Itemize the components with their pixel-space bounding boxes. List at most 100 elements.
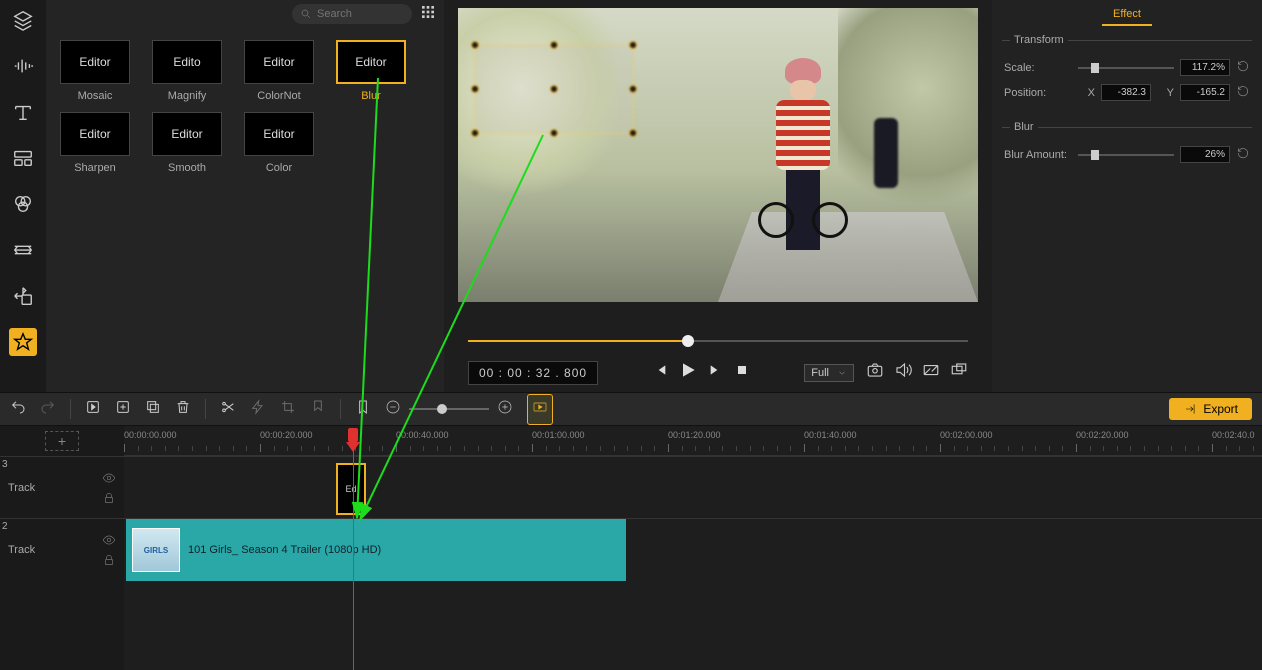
effect-smooth[interactable]: EditorSmooth — [152, 112, 222, 174]
effect-thumb: Editor — [336, 40, 406, 84]
reset-icon[interactable] — [1236, 146, 1250, 163]
audio-icon[interactable] — [9, 52, 37, 80]
lock-icon[interactable] — [102, 553, 116, 567]
resize-handle[interactable] — [471, 129, 479, 137]
properties-panel: Effect Transform Scale: 117.2% Position:… — [992, 0, 1262, 392]
transform-icon[interactable] — [9, 282, 37, 310]
templates-icon[interactable] — [9, 144, 37, 172]
resize-handle[interactable] — [629, 85, 637, 93]
volume-icon[interactable] — [894, 361, 912, 384]
reset-icon[interactable] — [1236, 59, 1250, 76]
ruler-mark: 00:02:40.0 — [1212, 430, 1255, 440]
transitions-icon[interactable] — [9, 236, 37, 264]
ruler-mark: 00:00:20.000 — [260, 430, 313, 440]
timeline-lane[interactable]: GIRLS101 Girls_ Season 4 Trailer (1080p … — [124, 518, 1262, 580]
effect-color[interactable]: Editor Color — [244, 112, 314, 174]
resize-handle[interactable] — [471, 41, 479, 49]
scrub-bar[interactable] — [468, 332, 968, 350]
zoom-in-button[interactable] — [497, 399, 513, 420]
scale-slider[interactable] — [1078, 61, 1174, 75]
track-label: Track — [8, 544, 35, 556]
quality-dropdown[interactable]: Full — [804, 364, 854, 382]
next-frame-button[interactable] — [708, 362, 724, 383]
track-label: Track — [8, 482, 35, 494]
ruler-mark: 00:00:40.000 — [396, 430, 449, 440]
add-track-button[interactable]: + — [45, 431, 79, 451]
ruler-mark: 00:01:40.000 — [804, 430, 857, 440]
export-button[interactable]: Export — [1169, 398, 1252, 420]
blur-slider[interactable] — [1078, 148, 1174, 162]
favorites-icon[interactable] — [9, 328, 37, 356]
scale-label: Scale: — [1004, 62, 1072, 74]
zoom-out-button[interactable] — [385, 399, 401, 420]
resize-handle[interactable] — [550, 41, 558, 49]
track-header[interactable]: 3Track — [0, 456, 124, 518]
aspect-icon[interactable] — [922, 361, 940, 384]
effect-mosaic[interactable]: EditorMosaic — [60, 40, 130, 102]
visibility-icon[interactable] — [102, 533, 116, 547]
position-y-value[interactable]: -165.2 — [1180, 84, 1230, 101]
blur-amount-value[interactable]: 26% — [1180, 146, 1230, 163]
tool-copy-icon[interactable] — [145, 399, 161, 420]
lock-icon[interactable] — [102, 491, 116, 505]
marker-icon[interactable] — [310, 399, 326, 420]
scale-value[interactable]: 117.2% — [1180, 59, 1230, 76]
tool-add-icon[interactable] — [115, 399, 131, 420]
crop-icon[interactable] — [280, 399, 296, 420]
video-clip[interactable]: GIRLS101 Girls_ Season 4 Trailer (1080p … — [126, 519, 626, 581]
resize-handle[interactable] — [629, 129, 637, 137]
scrub-knob[interactable] — [682, 335, 694, 347]
filters-icon[interactable] — [9, 190, 37, 218]
reset-icon[interactable] — [1236, 84, 1250, 101]
properties-title: Effect — [1102, 8, 1152, 26]
detach-icon[interactable] — [950, 361, 968, 384]
zoom-slider[interactable] — [409, 408, 489, 410]
text-icon[interactable] — [9, 98, 37, 126]
render-button[interactable] — [527, 394, 553, 425]
effect-label: Color — [266, 162, 292, 174]
quality-label: Full — [811, 367, 829, 379]
layers-icon[interactable] — [9, 6, 37, 34]
prev-frame-button[interactable] — [652, 362, 668, 383]
search-box[interactable] — [292, 4, 412, 24]
stop-button[interactable] — [734, 362, 750, 383]
effect-clip[interactable]: Ed — [336, 463, 366, 515]
effect-magnify[interactable]: EditoMagnify — [152, 40, 222, 102]
effect-sharpen[interactable]: EditorSharpen — [60, 112, 130, 174]
speed-icon[interactable] — [250, 399, 266, 420]
timeline-lane[interactable]: Ed — [124, 456, 1262, 518]
play-button[interactable] — [678, 360, 698, 385]
resize-handle[interactable] — [471, 85, 479, 93]
split-button[interactable] — [220, 399, 236, 420]
timeline-ruler[interactable]: 00:00:00.00000:00:20.00000:00:40.00000:0… — [124, 426, 1262, 456]
position-x-value[interactable]: -382.3 — [1101, 84, 1151, 101]
track-header[interactable]: 2Track — [0, 518, 124, 580]
effect-thumb: Editor — [244, 112, 314, 156]
effect-thumb: Editor — [60, 40, 130, 84]
chevron-down-icon — [837, 368, 847, 378]
delete-button[interactable] — [175, 399, 191, 420]
search-input[interactable] — [317, 8, 397, 20]
effect-thumb: Edito — [152, 40, 222, 84]
ruler-mark: 00:01:20.000 — [668, 430, 721, 440]
snapshot-icon[interactable] — [866, 361, 884, 384]
timeline-toolbar: Export — [0, 392, 1262, 426]
resize-handle[interactable] — [550, 85, 558, 93]
bookmark-icon[interactable] — [355, 399, 371, 420]
playhead[interactable] — [348, 428, 358, 442]
effect-colornot[interactable]: EditorColorNot — [244, 40, 314, 102]
visibility-icon[interactable] — [102, 471, 116, 485]
tool-select-icon[interactable] — [85, 399, 101, 420]
effect-blur[interactable]: EditorBlur — [336, 40, 406, 102]
preview-area: 00 : 00 : 32 . 800 Full — [444, 0, 992, 392]
redo-button[interactable] — [40, 399, 56, 420]
resize-handle[interactable] — [629, 41, 637, 49]
undo-button[interactable] — [10, 399, 26, 420]
blur-amount-label: Blur Amount: — [1004, 149, 1072, 161]
blur-selection-box[interactable] — [474, 44, 634, 134]
video-preview[interactable] — [458, 8, 978, 302]
resize-handle[interactable] — [550, 129, 558, 137]
effect-thumb: Editor — [244, 40, 314, 84]
grid-view-icon[interactable] — [420, 4, 436, 25]
effect-label: Sharpen — [74, 162, 116, 174]
